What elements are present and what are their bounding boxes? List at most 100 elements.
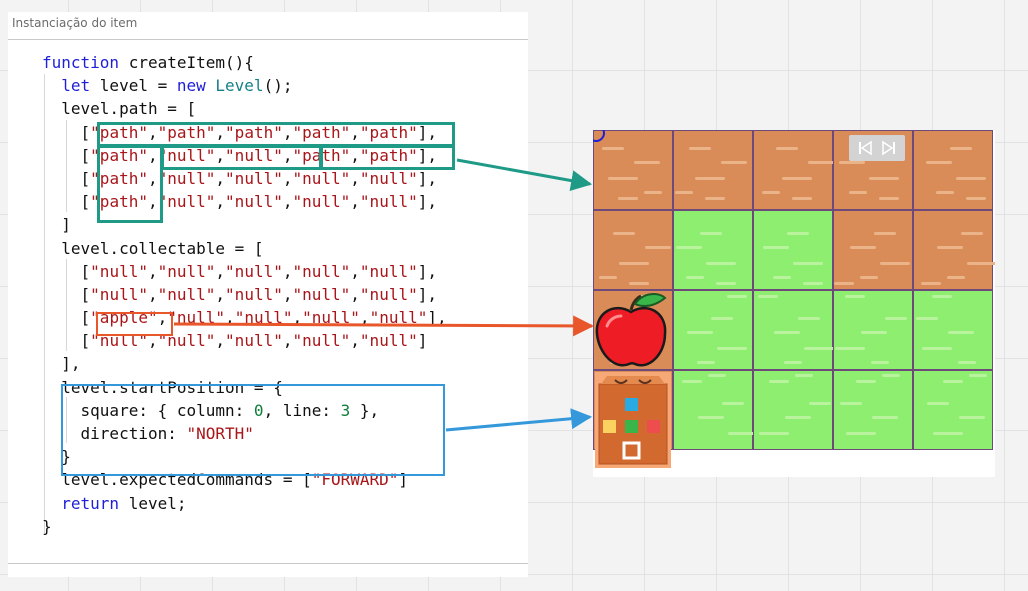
code-token: , [350,331,360,351]
path-tile [833,210,913,290]
code-token: "null" [292,192,351,212]
grass-tile [913,290,993,370]
code-token: function [42,53,129,72]
code-token: , [225,308,235,328]
code-token: "null" [359,331,418,351]
code-line: let level = new Level(); [42,74,447,97]
path-row-highlight [320,145,455,170]
start-position-highlight [61,384,445,476]
code-token: "null" [225,261,283,281]
path-tile [913,130,993,210]
code-token: [ [42,145,91,165]
code-token: "null" [359,192,418,212]
code-token: "null" [369,308,428,328]
grass-tile [833,370,913,450]
code-token: , [215,168,226,188]
code-token: , [147,261,158,281]
path-tile [593,130,673,210]
code-line: level.collectable = [ [42,237,447,260]
code-token: level.path = [ [42,99,197,119]
code-token: ], [42,354,81,374]
code-token: [ [42,192,91,212]
path-row-highlight [161,145,322,170]
code-token: [ [42,122,91,142]
robot-icon [593,370,673,470]
code-token: [ [42,261,91,281]
code-token: Level [215,76,264,96]
code-line: function createItem(){ [42,51,447,74]
path-row-highlight [97,122,455,147]
code-token: new [176,76,216,96]
code-token: , [359,308,370,328]
code-token: [ [42,308,91,328]
code-token: [ [42,284,91,304]
code-token: [ [42,331,91,351]
code-token: "null" [292,261,351,281]
code-token: , [292,308,303,328]
path-tile [913,210,995,290]
title-divider [8,39,528,40]
code-token: "null" [157,261,216,281]
path-row-highlight [97,145,163,223]
grass-tile [753,370,833,450]
code-token: "null" [90,284,148,304]
code-token: ], [417,284,437,304]
code-token: level = [99,76,177,96]
path-tile [753,130,834,210]
code-line: return level; [42,492,447,515]
grass-tile [833,290,913,370]
skip-previous-icon[interactable] [857,140,873,156]
code-token: [ [42,168,91,188]
grass-tile [673,210,753,290]
code-token: "null" [225,331,283,351]
code-token: "null" [225,192,283,212]
code-token: ] [42,215,71,235]
code-token: "null" [225,284,283,304]
code-token: , [215,192,226,212]
code-token: , [215,331,226,351]
code-token: "null" [292,284,351,304]
code-token: "null" [225,168,283,188]
code-token: ], [417,261,437,281]
code-line: ["null","null","null","null","null"], [42,283,447,306]
code-token: createItem(){ [128,53,254,72]
code-token: (); [263,76,293,96]
code-token: "null" [157,192,216,212]
code-token: "null" [157,168,216,188]
apple-highlight [96,312,173,336]
bottom-divider [8,563,528,564]
panel-title: Instanciação do item [12,16,138,30]
code-token: , [215,261,226,281]
code-token: "null" [292,168,351,188]
grass-tile [753,210,833,290]
code-token: "null" [359,261,418,281]
grass-tile [753,290,834,370]
apple-icon [593,290,673,370]
code-token: "null" [167,308,226,328]
code-token: return [61,493,129,513]
code-token: "null" [302,308,360,328]
code-token: "null" [157,284,216,304]
grass-tile [673,290,753,370]
grass-tile [673,370,758,450]
path-tile [593,210,673,290]
code-token: , [350,192,360,212]
code-token: "null" [359,284,418,304]
code-token: , [215,284,226,304]
code-token: "null" [90,261,148,281]
code-token: ], [417,192,437,212]
code-token: , [350,284,360,304]
game-board [593,130,995,477]
code-line: } [42,515,447,538]
code-token: "null" [292,331,351,351]
code-token: "null" [359,168,418,188]
grass-tile [913,370,993,450]
code-token: ] [417,331,428,351]
code-token: ], [427,308,447,328]
playback-controls [849,135,905,161]
path-tile [673,130,753,210]
skip-next-icon[interactable] [881,140,897,156]
code-token: level; [128,493,187,513]
